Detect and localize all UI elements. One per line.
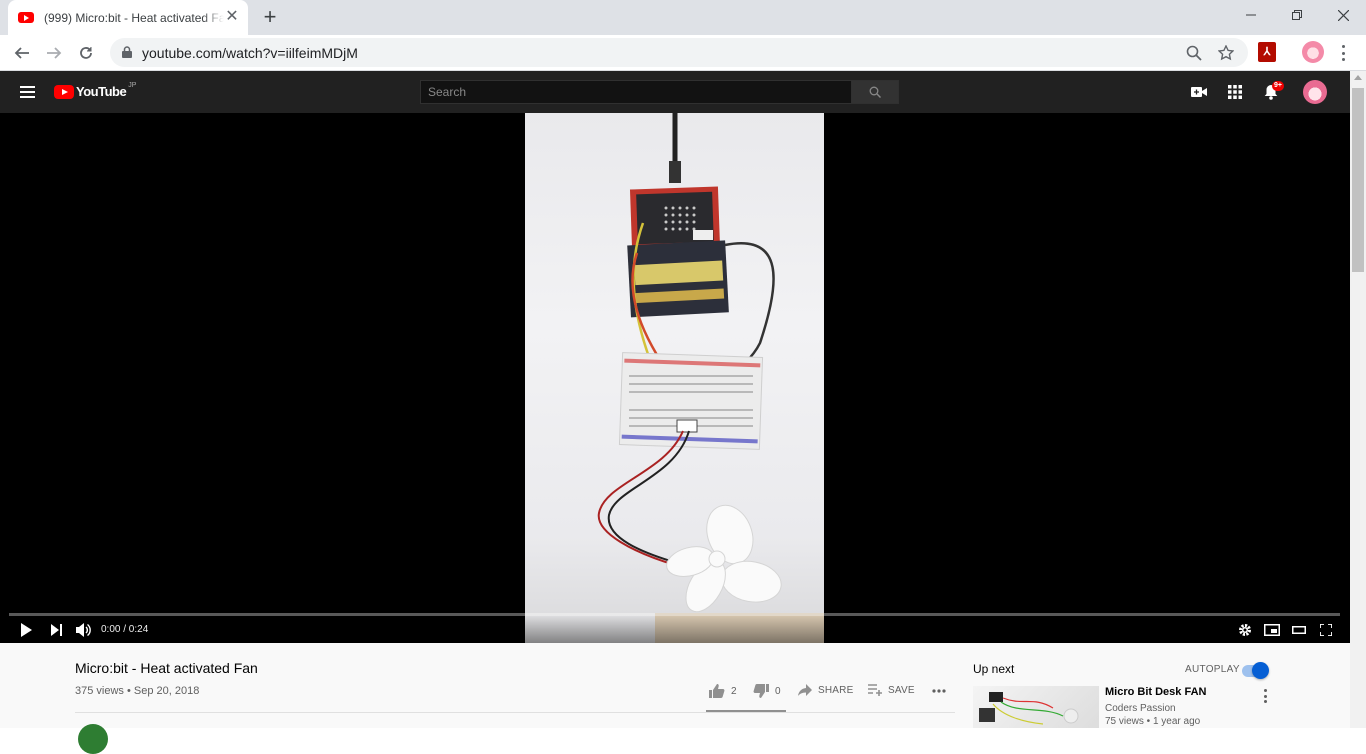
autoplay-label: AUTOPLAY — [1185, 664, 1240, 675]
playlist-add-icon — [868, 684, 882, 696]
miniplayer-icon — [1264, 624, 1280, 636]
bookmark-button[interactable] — [1216, 43, 1236, 63]
star-icon — [1218, 45, 1234, 61]
recommendation-title[interactable]: Micro Bit Desk FAN — [1105, 686, 1206, 698]
more-horizontal-icon — [932, 689, 946, 693]
close-window-button[interactable] — [1320, 0, 1366, 30]
apps-button[interactable] — [1225, 82, 1245, 102]
save-label: SAVE — [888, 684, 915, 696]
minimize-button[interactable] — [1228, 0, 1274, 30]
profile-avatar[interactable] — [1302, 41, 1324, 63]
watch-info-area: Micro:bit - Heat activated Fan 375 views… — [0, 643, 1350, 754]
browser-menu-button[interactable] — [1336, 43, 1350, 63]
play-icon — [21, 623, 32, 637]
zoom-button[interactable] — [1184, 43, 1204, 63]
channel-avatar[interactable] — [78, 724, 108, 754]
player-controls: 0:00 / 0:24 — [0, 616, 1350, 643]
more-actions-button[interactable] — [932, 689, 952, 693]
theater-mode-button[interactable] — [1290, 621, 1308, 639]
reload-icon — [80, 47, 92, 59]
notification-badge: 9+ — [1272, 81, 1284, 91]
play-button[interactable] — [17, 621, 35, 639]
search-icon — [869, 86, 881, 98]
youtube-masthead: YouTube JP Search 9+ — [0, 71, 1350, 113]
save-button[interactable]: SAVE — [868, 684, 915, 696]
dislike-count: 0 — [775, 685, 781, 697]
youtube-logo[interactable]: YouTube JP — [54, 82, 137, 99]
recommendation-channel: Coders Passion — [1105, 703, 1176, 714]
thumbnail-image — [979, 692, 1079, 725]
mute-button[interactable] — [75, 621, 93, 639]
divider — [75, 712, 955, 713]
scroll-up-arrow-icon[interactable] — [1354, 75, 1362, 80]
up-next-heading: Up next — [973, 662, 1015, 676]
like-button[interactable]: 2 — [709, 684, 737, 698]
autoplay-toggle-knob[interactable] — [1252, 662, 1269, 679]
scrollbar-thumb[interactable] — [1352, 88, 1364, 272]
share-button[interactable]: SHARE — [798, 684, 853, 696]
new-tab-button[interactable]: + — [258, 6, 282, 30]
video-camera-icon — [1191, 87, 1207, 97]
apps-grid-icon — [1228, 85, 1242, 99]
logo-text: YouTube — [76, 84, 127, 99]
thumbs-down-icon — [753, 684, 769, 698]
tab-strip: (999) Micro:bit - Heat activated Fan - Y… — [0, 0, 1366, 35]
fullscreen-button[interactable] — [1317, 621, 1335, 639]
recommendation-meta: 75 views • 1 year ago — [1105, 716, 1201, 727]
dislike-button[interactable]: 0 — [753, 684, 781, 698]
recommendation-menu-button[interactable] — [1262, 689, 1268, 703]
search-input[interactable]: Search — [420, 80, 852, 104]
gear-icon — [1239, 624, 1251, 636]
restore-button[interactable] — [1274, 0, 1320, 30]
time-display: 0:00 / 0:24 — [101, 624, 149, 635]
video-frame — [525, 113, 824, 643]
browser-toolbar: youtube.com/watch?v=iilfeimMDjM ⅄ — [0, 35, 1366, 71]
fullscreen-icon — [1320, 624, 1332, 636]
youtube-play-logo-icon — [54, 84, 74, 99]
browser-tab[interactable]: (999) Micro:bit - Heat activated Fan - Y… — [8, 0, 248, 35]
share-arrow-icon — [798, 684, 812, 696]
skip-next-icon — [51, 624, 62, 636]
magnifier-icon — [1186, 45, 1202, 61]
recommendation-thumbnail[interactable] — [973, 686, 1099, 728]
account-avatar[interactable] — [1303, 80, 1327, 104]
reload-button[interactable] — [74, 41, 98, 65]
like-count: 2 — [731, 685, 737, 697]
theater-mode-icon — [1292, 626, 1306, 634]
create-video-button[interactable] — [1189, 82, 1209, 102]
share-label: SHARE — [818, 684, 854, 696]
search-button[interactable] — [851, 80, 899, 104]
settings-button[interactable] — [1236, 621, 1254, 639]
arrow-right-icon — [47, 47, 62, 59]
video-meta: 375 views • Sep 20, 2018 — [75, 685, 200, 697]
youtube-favicon-icon — [18, 12, 34, 23]
forward-button[interactable] — [42, 41, 66, 65]
arrow-left-icon — [14, 47, 29, 59]
restore-icon — [1292, 10, 1302, 20]
next-button[interactable] — [48, 621, 66, 639]
volume-icon — [76, 623, 91, 637]
pdf-extension-icon[interactable]: ⅄ — [1258, 42, 1276, 62]
tab-close-icon[interactable]: ✕ — [224, 9, 240, 25]
url-text: youtube.com/watch?v=iilfeimMDjM — [142, 45, 358, 61]
close-icon — [1337, 9, 1349, 21]
miniplayer-button[interactable] — [1263, 621, 1281, 639]
lock-icon — [122, 46, 132, 58]
thumbs-up-icon — [709, 684, 725, 698]
back-button[interactable] — [10, 41, 34, 65]
tab-title: (999) Micro:bit - Heat activated Fan - Y… — [44, 10, 224, 25]
hamburger-menu-icon[interactable] — [20, 86, 35, 98]
video-player[interactable]: 0:00 / 0:24 — [0, 113, 1350, 643]
address-bar[interactable]: youtube.com/watch?v=iilfeimMDjM — [110, 38, 1248, 67]
logo-region: JP — [128, 82, 137, 89]
video-title: Micro:bit - Heat activated Fan — [75, 660, 258, 676]
minimize-icon — [1246, 14, 1256, 16]
video-still-image — [597, 113, 824, 643]
